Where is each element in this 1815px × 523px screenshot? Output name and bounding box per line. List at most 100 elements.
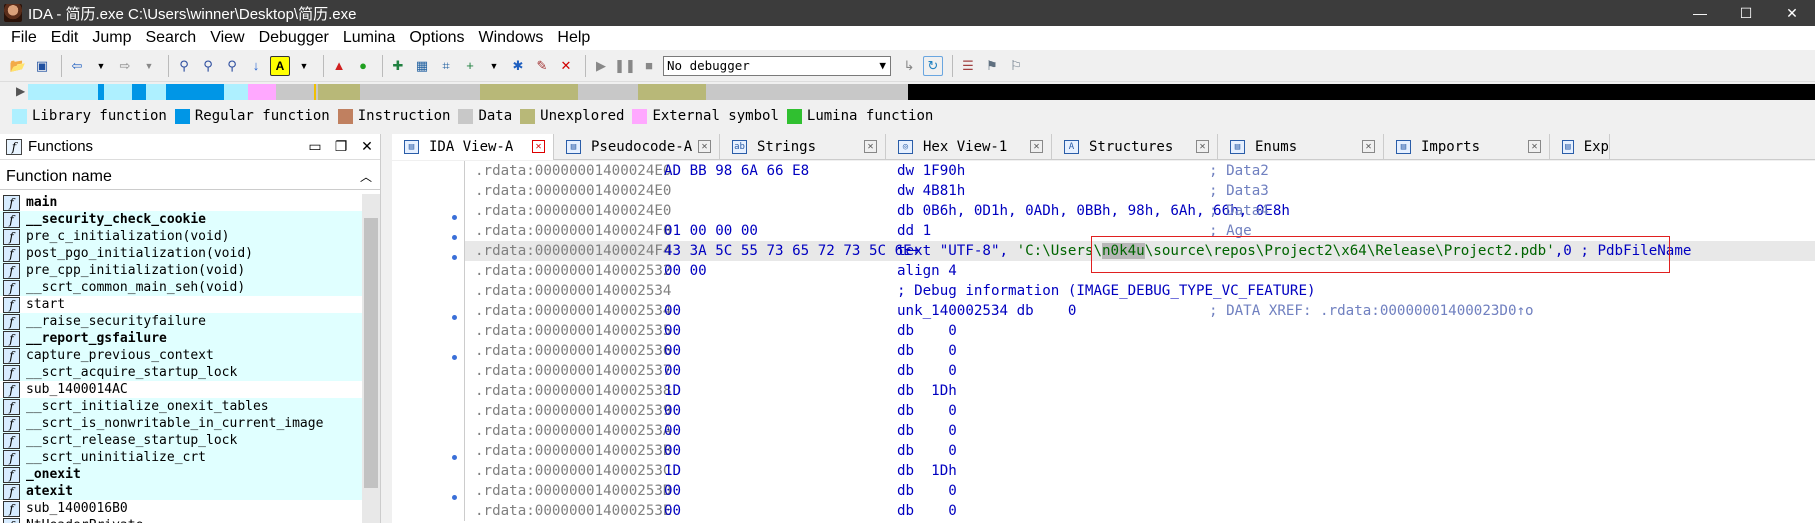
breakpoint-list-icon[interactable]: ☰ xyxy=(958,56,978,76)
function-list-item[interactable]: f __report_gsfailure xyxy=(0,330,362,347)
tab-close-icon[interactable]: ✕ xyxy=(1030,140,1043,153)
add-function-icon[interactable]: ✚ xyxy=(388,56,408,76)
scrollbar-thumb[interactable] xyxy=(364,218,378,488)
disasm-line[interactable]: .rdata:0000000140002538 1D db 1Dh xyxy=(465,381,1815,401)
jump-down-icon[interactable]: ↓ xyxy=(246,56,266,76)
disasm-line[interactable]: .rdata:000000014000253A 00 db 0 xyxy=(465,421,1815,441)
delete-icon[interactable]: ✕ xyxy=(556,56,576,76)
disasm-line[interactable]: .rdata:00000001400024E0 dw 4B81h ; Data3 xyxy=(465,181,1815,201)
tab-pseudocode-a[interactable]: ▤ Pseudocode-A ✕ xyxy=(554,134,720,160)
function-list-item[interactable]: f start xyxy=(0,296,362,313)
search-binary-icon[interactable]: ⚲ xyxy=(174,56,194,76)
function-list-item[interactable]: f capture_previous_context xyxy=(0,347,362,364)
function-list-item[interactable]: f __scrt_release_startup_lock xyxy=(0,432,362,449)
disassembly-lines[interactable]: .rdata:00000001400024E0 AD BB 98 6A 66 E8… xyxy=(464,161,1815,521)
function-list-item[interactable]: f pre_c_initialization(void) xyxy=(0,228,362,245)
tab-close-icon[interactable]: ✕ xyxy=(1528,140,1541,153)
menu-file[interactable]: File xyxy=(4,29,44,47)
disasm-line[interactable]: .rdata:0000000140002536 00 db 0 xyxy=(465,341,1815,361)
step-over-icon[interactable]: ↻ xyxy=(923,55,943,76)
function-list-item[interactable]: f sub_1400014AC xyxy=(0,381,362,398)
menu-debugger[interactable]: Debugger xyxy=(252,29,336,47)
text-a-icon[interactable]: A xyxy=(270,55,290,76)
disasm-line[interactable]: .rdata:000000014000253D 00 db 0 xyxy=(465,481,1815,501)
panel-restore-icon[interactable]: ▭ xyxy=(302,138,328,155)
tab-close-icon[interactable]: ✕ xyxy=(532,140,545,153)
disasm-line[interactable]: .rdata:00000001400024F4 43 3A 5C 55 73 65… xyxy=(465,241,1815,261)
tab-close-icon[interactable]: ✕ xyxy=(1362,140,1375,153)
tab-ida-view-a[interactable]: ▤ IDA View-A ✕ xyxy=(392,134,554,160)
patch-icon[interactable]: ✎ xyxy=(532,56,552,76)
forward-arrow-icon[interactable]: ⇨ xyxy=(115,56,135,76)
maximize-button[interactable]: ☐ xyxy=(1723,0,1769,26)
function-list-item[interactable]: f atexit xyxy=(0,483,362,500)
function-list-item[interactable]: f __scrt_uninitialize_crt xyxy=(0,449,362,466)
function-list-item[interactable]: f sub_1400016B0 xyxy=(0,500,362,517)
segments-icon[interactable]: ▦ xyxy=(412,56,432,76)
function-list-item[interactable]: f NtHeaderPrivate... xyxy=(0,517,362,523)
plus-icon[interactable]: + xyxy=(460,56,480,76)
panel-float-icon[interactable]: ❐ xyxy=(328,138,354,155)
navigation-strip[interactable] xyxy=(28,84,1815,100)
save-icon[interactable]: ▣ xyxy=(32,56,52,76)
menu-options[interactable]: Options xyxy=(402,29,471,47)
function-list[interactable]: f main f __security_check_cookie f pre_c_init… xyxy=(0,194,362,523)
function-list-item[interactable]: f __scrt_initialize_onexit_tables xyxy=(0,398,362,415)
disasm-line[interactable]: .rdata:0000000140002535 00 db 0 xyxy=(465,321,1815,341)
disasm-line[interactable]: .rdata:0000000140002537 00 db 0 xyxy=(465,361,1815,381)
search-imm-icon[interactable]: ⚲ xyxy=(222,56,242,76)
dropdown-arrow-icon[interactable]: ▼ xyxy=(139,56,159,76)
search-text-icon[interactable]: ⚲ xyxy=(198,56,218,76)
function-list-item[interactable]: f __scrt_is_nonwritable_in_current_image xyxy=(0,415,362,432)
tab-hex-view-1[interactable]: ◎ Hex View-1 ✕ xyxy=(886,134,1052,160)
navigation-band[interactable]: ▶ xyxy=(0,82,1815,102)
menu-lumina[interactable]: Lumina xyxy=(336,29,402,47)
disasm-line[interactable]: .rdata:000000014000253B 00 db 0 xyxy=(465,441,1815,461)
disasm-line[interactable]: .rdata:0000000140002539 00 db 0 xyxy=(465,401,1815,421)
tab-close-icon[interactable]: ✕ xyxy=(1196,140,1209,153)
tab-exp[interactable]: ▤ Exp xyxy=(1550,134,1610,160)
function-list-item[interactable]: f __scrt_acquire_startup_lock xyxy=(0,364,362,381)
dropdown-arrow-icon[interactable]: ▼ xyxy=(294,56,314,76)
tab-structures[interactable]: A Structures ✕ xyxy=(1052,134,1218,160)
green-circle-icon[interactable]: ● xyxy=(353,56,373,76)
tab-enums[interactable]: ▤ Enums ✕ xyxy=(1218,134,1384,160)
debugger-select[interactable]: No debugger ▼ xyxy=(663,55,891,76)
tab-strings[interactable]: ab Strings ✕ xyxy=(720,134,886,160)
disasm-line[interactable]: .rdata:00000001400024F0 01 00 00 00 dd 1 ; … xyxy=(465,221,1815,241)
close-button[interactable]: ✕ xyxy=(1769,0,1815,26)
menu-windows[interactable]: Windows xyxy=(471,29,550,47)
tab-close-icon[interactable]: ✕ xyxy=(698,140,711,153)
function-name-column-header[interactable]: Function name ︿ xyxy=(0,164,380,190)
step-into-icon[interactable]: ↳ xyxy=(899,56,919,76)
back-arrow-icon[interactable]: ⇦ xyxy=(67,56,87,76)
scroll-up-icon[interactable]: ︿ xyxy=(360,168,372,185)
function-list-item[interactable]: f __security_check_cookie xyxy=(0,211,362,228)
function-list-item[interactable]: f __scrt_common_main_seh(void) xyxy=(0,279,362,296)
trace-icon[interactable]: ⚑ xyxy=(982,56,1002,76)
function-list-item[interactable]: f _onexit xyxy=(0,466,362,483)
disasm-line[interactable]: .rdata:0000000140002532 00 00 align 4 xyxy=(465,261,1815,281)
debug-icon[interactable]: ✱ xyxy=(508,56,528,76)
dropdown-arrow-icon[interactable]: ▼ xyxy=(484,56,504,76)
disasm-line[interactable]: .rdata:00000001400024E0 db 0B6h, 0D1h, 0A… xyxy=(465,201,1815,221)
structure-icon[interactable]: ⌗ xyxy=(436,56,456,76)
function-list-item[interactable]: f __raise_securityfailure xyxy=(0,313,362,330)
nav-left-arrow-icon[interactable]: ▶ xyxy=(16,84,25,98)
disasm-line[interactable]: .rdata:000000014000253C 1D db 1Dh xyxy=(465,461,1815,481)
dropdown-arrow-icon[interactable]: ▼ xyxy=(91,56,111,76)
play-icon[interactable]: ▶ xyxy=(591,56,611,76)
trace-clear-icon[interactable]: ⚐ xyxy=(1006,56,1026,76)
open-folder-icon[interactable]: 📂 xyxy=(8,56,28,76)
function-list-item[interactable]: f post_pgo_initialization(void) xyxy=(0,245,362,262)
function-list-item[interactable]: f main xyxy=(0,194,362,211)
panel-close-icon[interactable]: ✕ xyxy=(354,138,380,155)
minimize-button[interactable]: — xyxy=(1677,0,1723,26)
tab-close-icon[interactable]: ✕ xyxy=(864,140,877,153)
disasm-line[interactable]: .rdata:0000000140002534 ; Debug informati… xyxy=(465,281,1815,301)
function-list-scrollbar[interactable] xyxy=(362,194,380,523)
graph-warning-icon[interactable]: ▲ xyxy=(329,56,349,76)
menu-help[interactable]: Help xyxy=(550,29,597,47)
pause-icon[interactable]: ❚❚ xyxy=(614,56,636,76)
menu-jump[interactable]: Jump xyxy=(85,29,138,47)
